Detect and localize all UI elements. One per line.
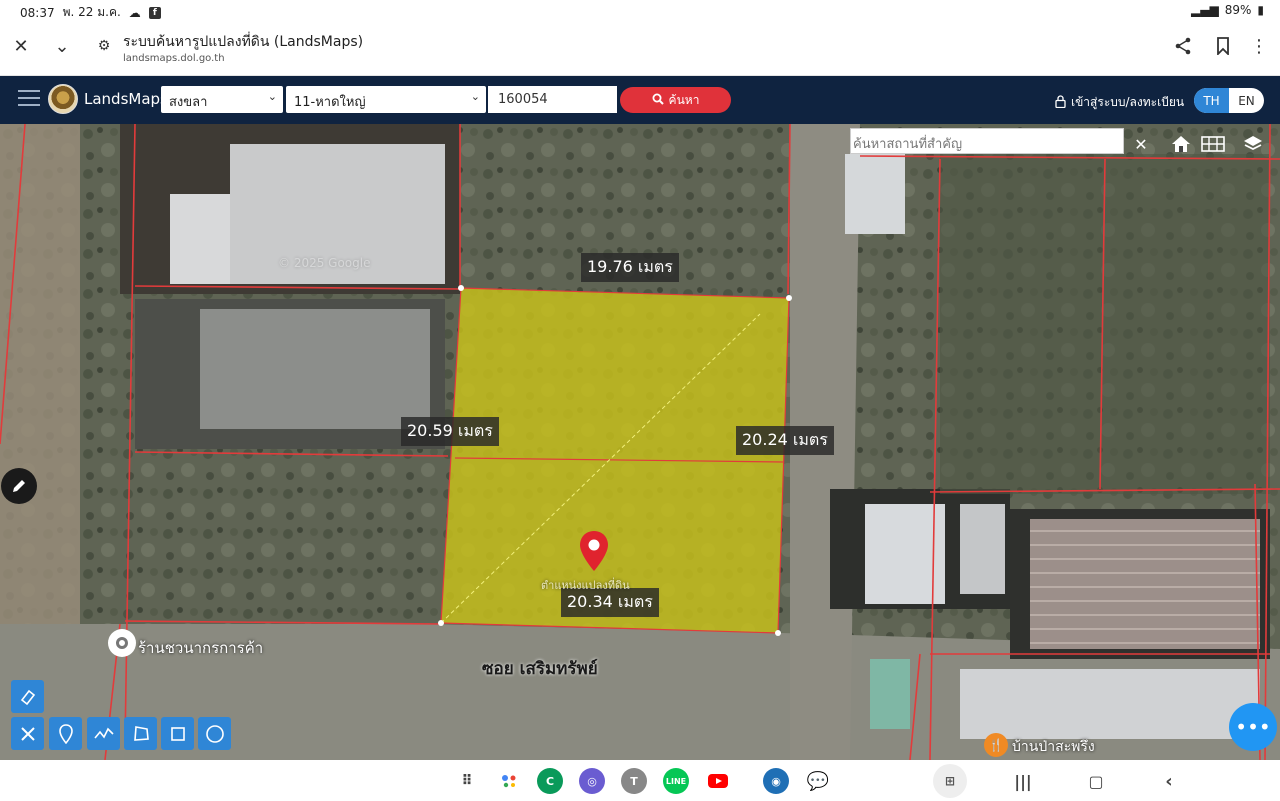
brand-name: LandsMaps: [84, 90, 168, 108]
shop-pin-icon[interactable]: [108, 629, 136, 657]
chevron-down-icon: ⌄: [267, 90, 277, 103]
place-search-input[interactable]: ค้นหาสถานที่สำคัญ: [850, 128, 1124, 154]
cloud-icon: ☁: [128, 5, 141, 20]
measure-left: 20.59 เมตร: [401, 417, 499, 446]
youtube-app-icon[interactable]: [705, 768, 731, 794]
back-icon[interactable]: ‹: [1156, 768, 1182, 794]
rectangle-tool[interactable]: [161, 717, 194, 750]
province-select[interactable]: สงขลา ⌄: [161, 86, 283, 113]
province-value: สงขลา: [169, 95, 208, 110]
lang-th[interactable]: TH: [1194, 88, 1229, 113]
chevron-down-icon[interactable]: ⌄: [50, 34, 74, 58]
clear-tool[interactable]: [11, 717, 44, 750]
line-app-icon[interactable]: LINE: [663, 768, 689, 794]
grid-icon[interactable]: [1197, 128, 1229, 160]
assistant-icon[interactable]: [496, 768, 522, 794]
phone-app-icon[interactable]: C: [537, 768, 563, 794]
district-select[interactable]: 11-หาดใหญ่ ⌄: [286, 86, 486, 113]
more-options-icon[interactable]: ⋮: [1247, 34, 1271, 58]
battery-icon: ▮: [1257, 3, 1264, 17]
browser-bar: ✕ ⌄ ⚙ ระบบค้นหารูปแปลงที่ดิน (LandsMaps)…: [0, 22, 1280, 76]
battery-level: 89%: [1224, 3, 1252, 17]
language-toggle[interactable]: TH EN: [1194, 88, 1264, 113]
home-nav-icon[interactable]: ▢: [1083, 768, 1109, 794]
edit-icon[interactable]: [1, 468, 37, 504]
lang-en[interactable]: EN: [1229, 88, 1264, 113]
android-nav-bar: ⠿ C ◎ T LINE ◉ 💬 ⊞ ||| ▢ ‹: [0, 760, 1280, 801]
restaurant-icon[interactable]: 🍴: [984, 733, 1008, 757]
location-marker-icon[interactable]: [578, 530, 610, 576]
browser-app-icon[interactable]: ◎: [579, 768, 605, 794]
share-icon[interactable]: [1171, 34, 1195, 58]
messages-app-icon[interactable]: 💬: [805, 768, 831, 794]
satellite-imagery: [0, 124, 1280, 760]
app-header: LandsMaps สงขลา ⌄ 11-หาดใหญ่ ⌄ ค้นหา เข้…: [0, 76, 1280, 124]
clear-search-icon[interactable]: ✕: [1125, 128, 1157, 160]
home-icon[interactable]: [1165, 128, 1197, 160]
status-time: 08:37: [20, 5, 55, 20]
eraser-tool[interactable]: [11, 680, 44, 713]
dol-logo: [48, 84, 78, 114]
lock-icon: [1055, 94, 1066, 111]
site-settings-icon[interactable]: ⚙: [92, 34, 116, 58]
map-view[interactable]: ค้นหาสถานที่สำคัญ ✕ 19.76 เมตร 20.59 เมต…: [0, 124, 1280, 760]
page-url[interactable]: landsmaps.dol.go.th: [123, 53, 225, 64]
map-watermark: © 2025 Google: [278, 256, 371, 270]
menu-icon[interactable]: [18, 90, 40, 108]
point-tool[interactable]: [49, 717, 82, 750]
recents-icon[interactable]: |||: [1010, 768, 1036, 794]
chevron-down-icon: ⌄: [470, 90, 480, 103]
app-drawer-icon[interactable]: ⠿: [454, 768, 480, 794]
district-value: 11-หาดใหญ่: [294, 95, 366, 110]
search-button[interactable]: ค้นหา: [620, 87, 731, 113]
bookmark-icon[interactable]: [1211, 34, 1235, 58]
line-tool[interactable]: [87, 717, 120, 750]
contacts-app-icon[interactable]: T: [621, 768, 647, 794]
measure-right: 20.24 เมตร: [736, 426, 834, 455]
login-link[interactable]: เข้าสู่ระบบ/ลงทะเบียน: [1055, 93, 1184, 112]
landsmaps-app-icon[interactable]: ◉: [763, 768, 789, 794]
marker-label: ตำแหน่งแปลงที่ดิน: [541, 579, 630, 592]
search-button-label: ค้นหา: [668, 92, 700, 107]
road-label: ซอย เสริมทรัพย์: [482, 659, 598, 679]
login-label: เข้าสู่ระบบ/ลงทะเบียน: [1071, 95, 1185, 109]
facebook-icon: f: [148, 6, 161, 19]
page-title: ระบบค้นหารูปแปลงที่ดิน (LandsMaps): [123, 34, 364, 50]
polygon-tool[interactable]: [124, 717, 157, 750]
close-icon[interactable]: ✕: [9, 34, 33, 58]
status-bar: 08:37 พ. 22 ม.ค. ☁ f ▂▄▆ 89% ▮: [0, 0, 1280, 22]
status-date: พ. 22 ม.ค.: [62, 5, 121, 19]
layers-icon[interactable]: [1237, 128, 1269, 160]
measure-top: 19.76 เมตร: [581, 253, 679, 282]
search-icon: [652, 93, 664, 108]
poi-shop-label[interactable]: ร้านชวนากรการค้า: [138, 636, 263, 660]
circle-tool[interactable]: [198, 717, 231, 750]
signal-icon: ▂▄▆: [1191, 3, 1219, 17]
more-menu-button[interactable]: •••: [1229, 703, 1277, 751]
parcel-number-input[interactable]: [488, 86, 617, 113]
poi-restaurant-label[interactable]: บ้านป่าสะพรึง: [1012, 736, 1095, 758]
recent-apps-grid-icon[interactable]: ⊞: [933, 764, 967, 798]
